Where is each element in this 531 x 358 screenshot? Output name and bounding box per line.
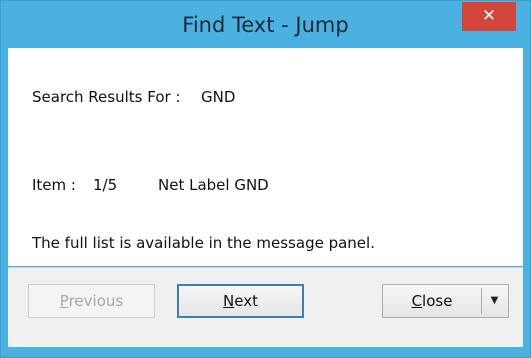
chevron-down-icon: ▼	[490, 295, 499, 306]
previous-button[interactable]: Previous	[28, 284, 155, 318]
title-close-button[interactable]: ✕	[462, 2, 516, 31]
info-message: The full list is available in the messag…	[32, 234, 375, 252]
split-divider	[481, 288, 482, 314]
item-description: Net Label GND	[158, 176, 269, 194]
previous-mnemonic: P	[59, 292, 69, 310]
next-mnemonic: N	[223, 292, 235, 310]
next-label-rest: ext	[234, 292, 258, 310]
item-position: 1/5	[93, 176, 118, 194]
close-mnemonic: C	[411, 292, 423, 310]
find-text-dialog: Find Text - Jump ✕ Search Results For : …	[0, 0, 531, 358]
search-term: GND	[201, 88, 236, 106]
previous-label-rest: revious	[68, 292, 124, 310]
close-button[interactable]: Close	[382, 284, 482, 318]
close-icon: ✕	[481, 6, 497, 26]
search-results-label: Search Results For :	[32, 88, 181, 106]
results-panel: Search Results For : GND Item : 1/5 Net …	[8, 48, 523, 266]
next-button[interactable]: Next	[177, 284, 304, 318]
dialog-title: Find Text - Jump	[182, 13, 349, 37]
item-label: Item :	[32, 176, 76, 194]
close-dropdown-button[interactable]: ▼	[481, 284, 509, 318]
title-bar[interactable]: Find Text - Jump ✕	[1, 1, 530, 47]
close-label-rest: lose	[422, 292, 453, 310]
